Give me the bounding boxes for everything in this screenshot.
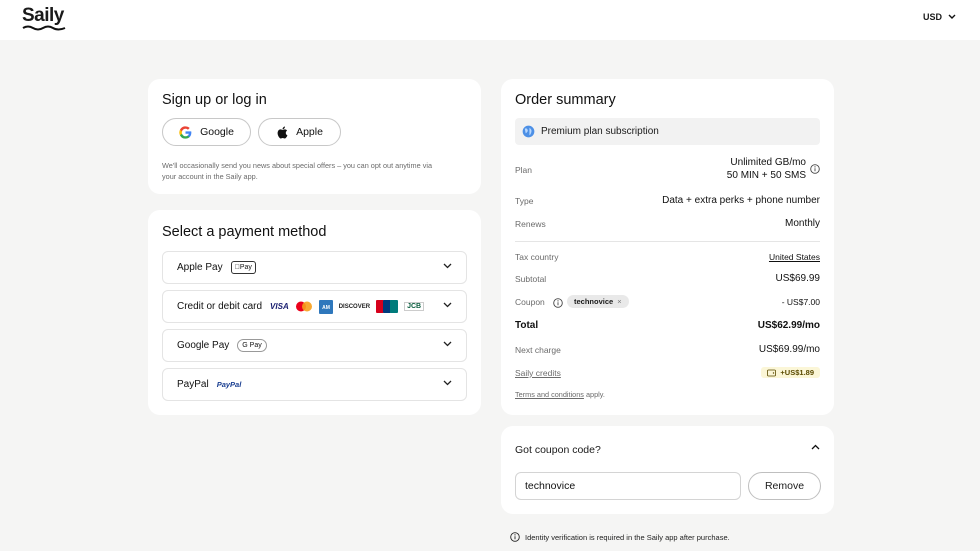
coupon-header[interactable]: Got coupon code? [515,440,820,456]
coupon-title: Got coupon code? [515,444,601,456]
info-icon[interactable] [553,298,563,308]
subtotal-value: US$69.99 [775,273,820,284]
apple-pay-logo-icon: Pay [230,261,256,274]
google-pay-logo-icon: G Pay [237,339,267,352]
payment-card: Select a payment method Apple Pay Pay C… [148,210,481,415]
paypal-logo-icon: PayPal [216,380,242,389]
next-charge-value: US$69.99/mo [758,344,820,355]
chevron-down-icon [948,14,956,19]
payment-option-label: Apple Pay [177,262,223,273]
remove-coupon-button[interactable]: Remove [748,472,821,500]
total-label: Total [515,320,539,331]
jcb-logo-icon: JCB [404,302,425,311]
marketing-note: We'll occasionally send you news about s… [162,161,433,181]
next-charge-label: Next charge [515,345,561,355]
renews-row: Renews Monthly [515,218,820,232]
top-bar: Saily USD [0,0,980,40]
subtotal-row: Subtotal US$69.99 [515,273,820,287]
terms-line: Terms and conditions apply. [515,390,605,399]
chevron-down-icon [443,263,452,269]
signup-title: Sign up or log in [162,92,267,108]
applied-coupon-code: technovice [574,297,614,306]
info-icon[interactable] [810,164,820,174]
renews-value: Monthly [784,218,820,229]
payment-option-label: Credit or debit card [177,301,263,312]
payment-option-label: PayPal [177,379,209,390]
globe-icon [522,125,535,138]
type-row: Type Data + extra perks + phone number [515,195,820,209]
subtotal-label: Subtotal [515,274,547,284]
payment-title: Select a payment method [162,224,327,240]
apple-icon [277,126,288,139]
payment-option-label: Google Pay [177,340,230,351]
info-icon [510,532,520,542]
plan-label: Plan [515,165,533,175]
total-value: US$62.99/mo [757,320,820,331]
type-label: Type [515,196,534,206]
renews-label: Renews [515,219,546,229]
applied-coupon-tag: technovice × [567,295,629,308]
identity-note: Identity verification is required in the… [510,532,730,542]
saily-logo[interactable]: Saily [22,6,64,26]
currency-label: USD [922,12,942,22]
logo-wave-icon [22,25,66,31]
mastercard-logo-icon [295,301,312,312]
order-summary-card: Order summary Premium plan subscription … [501,79,834,415]
payment-option-google-pay[interactable]: Google Pay G Pay [162,329,467,362]
divider [515,241,820,242]
svg-text:AM: AM [322,305,330,311]
payment-option-paypal[interactable]: PayPal PayPal [162,368,467,401]
wallet-icon [767,369,777,376]
amex-logo-icon: AM [318,299,333,314]
payment-option-apple-pay[interactable]: Apple Pay Pay [162,251,467,284]
unionpay-logo-icon [376,300,399,313]
chevron-down-icon [443,341,452,347]
saily-credits-badge: +US$1.89 [761,367,820,378]
plan-row: Plan Unlimited GB/mo 50 MIN + 50 SMS [515,156,820,184]
coupon-input[interactable]: technovice [515,472,741,500]
chevron-up-icon [811,444,820,450]
chevron-down-icon [443,380,452,386]
order-summary-title: Order summary [515,92,616,108]
tax-country-link[interactable]: United States [769,252,820,262]
remove-coupon-icon[interactable]: × [617,297,621,306]
saily-credits-value: +US$1.89 [780,368,814,377]
coupon-discount-value: - US$7.00 [781,297,820,307]
tax-country-row: Tax country United States [515,251,820,265]
payment-option-card[interactable]: Credit or debit card VISA AM DISCOVER JC… [162,290,467,323]
currency-selector[interactable]: USD [923,12,956,22]
apple-login-button[interactable]: Apple [258,118,341,146]
plan-banner: Premium plan subscription [515,118,820,145]
discover-logo-icon: DISCOVER [338,303,371,310]
signup-card: Sign up or log in Google Apple We'll occ… [148,79,481,194]
plan-name: Premium plan subscription [541,126,659,137]
google-login-button[interactable]: Google [162,118,251,146]
terms-suffix: apply. [583,390,605,399]
saily-credits-link[interactable]: Saily credits [515,368,561,378]
coupon-label: Coupon [515,297,545,307]
total-row: Total US$62.99/mo [515,320,820,334]
google-icon [179,125,192,139]
apple-label: Apple [296,126,323,138]
google-label: Google [200,126,234,138]
type-value: Data + extra perks + phone number [662,195,820,206]
terms-link[interactable]: Terms and conditions [515,390,584,399]
chevron-down-icon [443,302,452,308]
plan-data-value: Unlimited GB/mo [730,157,806,168]
plan-min-value: 50 MIN + 50 SMS [726,170,806,181]
coupon-card: Got coupon code? technovice Remove [501,426,834,514]
visa-logo-icon: VISA [270,302,289,311]
tax-country-label: Tax country [515,252,559,262]
identity-note-text: Identity verification is required in the… [525,532,730,542]
coupon-row: Coupon technovice × - US$7.00 [515,295,820,311]
next-charge-row: Next charge US$69.99/mo [515,344,820,358]
saily-credits-row: Saily credits +US$1.89 [515,367,820,381]
